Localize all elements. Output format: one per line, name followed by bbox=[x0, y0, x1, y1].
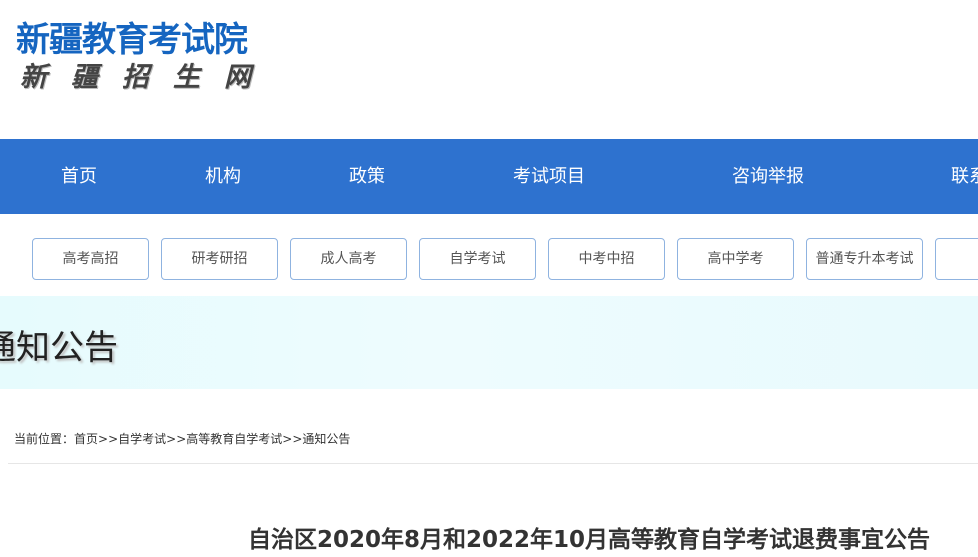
breadcrumb-separator: >> bbox=[282, 432, 303, 446]
nav-item-institution[interactable]: 机构 bbox=[205, 139, 241, 214]
nav-item-inquiry[interactable]: 咨询举报 bbox=[732, 139, 804, 214]
section-banner: 通知公告 bbox=[0, 296, 978, 389]
page: 新疆教育考试院 新疆招生网 首页 机构 政策 考试项目 咨询举报 联系 高考高招… bbox=[0, 0, 978, 557]
logo-subtitle: 新疆招生网 bbox=[20, 62, 275, 93]
category-bar: 高考高招 研考研招 成人高考 自学考试 中考中招 高中学考 普通专升本考试 教师 bbox=[0, 238, 978, 280]
breadcrumb-notices[interactable]: 通知公告 bbox=[302, 432, 350, 446]
logo-title: 新疆教育考试院 bbox=[16, 20, 248, 60]
category-button-high-school[interactable]: 高中学考 bbox=[677, 238, 794, 280]
site-logo[interactable]: 新疆教育考试院 新疆招生网 bbox=[16, 20, 275, 94]
breadcrumb-prefix: 当前位置： bbox=[14, 432, 75, 446]
breadcrumb-home[interactable]: 首页 bbox=[74, 432, 98, 446]
nav-item-home[interactable]: 首页 bbox=[61, 139, 97, 214]
main-nav: 首页 机构 政策 考试项目 咨询举报 联系 bbox=[0, 139, 978, 214]
nav-item-exams[interactable]: 考试项目 bbox=[513, 139, 585, 214]
category-button-graduate[interactable]: 研考研招 bbox=[161, 238, 278, 280]
article-title: 自治区2020年8月和2022年10月高等教育自学考试退费事宜公告 bbox=[248, 527, 931, 553]
nav-item-contact[interactable]: 联系 bbox=[951, 139, 978, 214]
breadcrumb-higher-ed-self-study[interactable]: 高等教育自学考试 bbox=[186, 432, 282, 446]
section-title: 通知公告 bbox=[0, 328, 118, 368]
category-button-teacher[interactable]: 教师 bbox=[935, 238, 978, 280]
category-button-adult[interactable]: 成人高考 bbox=[290, 238, 407, 280]
category-button-upgrade[interactable]: 普通专升本考试 bbox=[806, 238, 923, 280]
breadcrumb-self-study[interactable]: 自学考试 bbox=[118, 432, 166, 446]
nav-item-policy[interactable]: 政策 bbox=[349, 139, 385, 214]
breadcrumb: 当前位置：首页>>>>自学考试>>>>高等教育自学考试>>>>通知公告 bbox=[14, 430, 350, 447]
category-button-self-study[interactable]: 自学考试 bbox=[419, 238, 536, 280]
breadcrumb-separator: >> bbox=[166, 432, 187, 446]
divider bbox=[8, 463, 978, 464]
category-button-zhongkao[interactable]: 中考中招 bbox=[548, 238, 665, 280]
breadcrumb-separator: >> bbox=[98, 432, 119, 446]
category-button-gaokao[interactable]: 高考高招 bbox=[32, 238, 149, 280]
